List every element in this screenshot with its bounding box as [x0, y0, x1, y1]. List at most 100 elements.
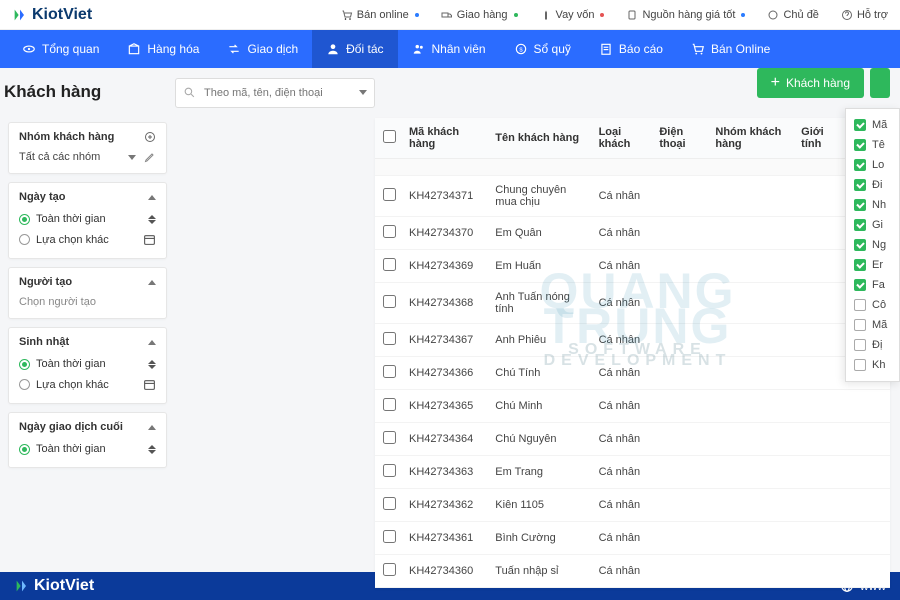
created-opt-all[interactable]: Toàn thời gian: [19, 209, 156, 229]
more-button[interactable]: [870, 68, 890, 98]
nav-Đối tác[interactable]: Đối tác: [312, 30, 397, 68]
table-row[interactable]: KH42734368Anh Tuấn nóng tínhCá nhân: [375, 283, 890, 324]
trade-icon: [227, 42, 241, 56]
toplink-Vay vốn[interactable]: Vay vốn: [540, 9, 605, 21]
group-select[interactable]: Tất cả các nhóm: [19, 149, 156, 165]
nav-Hàng hóa[interactable]: Hàng hóa: [113, 30, 213, 68]
row-checkbox[interactable]: [383, 295, 396, 308]
row-checkbox[interactable]: [383, 398, 396, 411]
search-dropdown-icon[interactable]: [359, 90, 367, 95]
colmenu-opt[interactable]: Fa: [846, 275, 899, 295]
calendar-icon[interactable]: [143, 233, 156, 246]
column-menu[interactable]: MãTêLoĐiNhGiNgErFaCôMãĐịKh: [845, 108, 900, 382]
colmenu-opt[interactable]: Mã: [846, 115, 899, 135]
col-header[interactable]: Điện thoại: [653, 118, 709, 159]
colmenu-opt[interactable]: Kh: [846, 355, 899, 375]
nav-Nhân viên[interactable]: Nhân viên: [398, 30, 500, 68]
cell-name: Em Quân: [489, 217, 592, 250]
toplink-label: Hỗ trợ: [857, 9, 888, 21]
navbar: Tổng quanHàng hóa Giao dịch Đối tácNhân vi…: [0, 30, 900, 68]
row-checkbox[interactable]: [383, 431, 396, 444]
sort-icon[interactable]: [148, 445, 156, 454]
colmenu-opt[interactable]: Er: [846, 255, 899, 275]
radio-icon: [19, 214, 30, 225]
notif-dot: [514, 13, 518, 17]
checkbox-icon: [854, 359, 866, 371]
row-checkbox[interactable]: [383, 563, 396, 576]
cell-id: KH42734364: [403, 423, 489, 456]
row-checkbox[interactable]: [383, 365, 396, 378]
colmenu-label: Lo: [872, 159, 884, 171]
chevron-up-icon[interactable]: [148, 195, 156, 200]
col-header[interactable]: Loại khách: [593, 118, 654, 159]
nav-label: Sổ quỹ: [534, 42, 571, 56]
table-row[interactable]: KH42734360Tuấn nhập sỉCá nhân: [375, 555, 890, 588]
row-checkbox[interactable]: [383, 530, 396, 543]
filter-birthday: Sinh nhật Toàn thời gian Lựa chọn khác: [8, 327, 167, 404]
colmenu-opt[interactable]: Đi: [846, 175, 899, 195]
filter-created: Ngày tạo Toàn thời gian Lựa chọn khác: [8, 182, 167, 259]
cell-id: KH42734360: [403, 555, 489, 588]
table-row[interactable]: KH42734365Chú MinhCá nhân: [375, 390, 890, 423]
row-checkbox[interactable]: [383, 188, 396, 201]
sort-icon[interactable]: [148, 360, 156, 369]
colmenu-opt[interactable]: Mã: [846, 315, 899, 335]
table-row[interactable]: KH42734362Kiên 1105Cá nhân: [375, 489, 890, 522]
toplink-Nguồn hàng giá tốt[interactable]: Nguồn hàng giá tốt: [626, 9, 745, 21]
radio-label: Toàn thời gian: [36, 443, 106, 455]
search-input[interactable]: [175, 78, 375, 108]
colmenu-opt[interactable]: Nh: [846, 195, 899, 215]
nav-Sổ quỹ[interactable]: $Sổ quỹ: [500, 30, 585, 68]
pencil-icon[interactable]: [144, 151, 156, 163]
nav-Tổng quan[interactable]: Tổng quan: [8, 30, 113, 68]
row-checkbox[interactable]: [383, 225, 396, 238]
page-title: Khách hàng: [4, 82, 175, 102]
colmenu-opt[interactable]: Ng: [846, 235, 899, 255]
select-all-checkbox[interactable]: [383, 130, 396, 143]
table-row[interactable]: KH42734363Em TrangCá nhân: [375, 456, 890, 489]
colmenu-opt[interactable]: Cô: [846, 295, 899, 315]
row-checkbox[interactable]: [383, 332, 396, 345]
row-checkbox[interactable]: [383, 464, 396, 477]
creator-select[interactable]: Chọn người tạo: [19, 294, 156, 310]
toplink-Bán online[interactable]: Bán online: [341, 9, 419, 21]
created-opt-other[interactable]: Lựa chọn khác: [19, 229, 156, 250]
nav-Bán Online[interactable]: Bán Online: [677, 30, 784, 68]
colmenu-opt[interactable]: Đị: [846, 335, 899, 355]
row-checkbox[interactable]: [383, 497, 396, 510]
table-row[interactable]: KH42734361Bình CườngCá nhân: [375, 522, 890, 555]
table-row[interactable]: KH42734370Em QuânCá nhân: [375, 217, 890, 250]
chevron-up-icon[interactable]: [148, 280, 156, 285]
col-header[interactable]: Nhóm khách hàng: [709, 118, 795, 159]
nav-label: Giao dịch: [247, 42, 298, 56]
col-header[interactable]: Tên khách hàng: [489, 118, 592, 159]
logo-icon: [14, 578, 30, 594]
calendar-icon[interactable]: [143, 378, 156, 391]
colmenu-opt[interactable]: Lo: [846, 155, 899, 175]
sort-icon[interactable]: [148, 215, 156, 224]
nav-Giao dịch[interactable]: Giao dịch: [213, 30, 312, 68]
table-row[interactable]: KH42734371Chung chuyên mua chịuCá nhân: [375, 176, 890, 217]
colmenu-opt[interactable]: Tê: [846, 135, 899, 155]
row-checkbox[interactable]: [383, 258, 396, 271]
birthday-opt-all[interactable]: Toàn thời gian: [19, 354, 156, 374]
col-header[interactable]: Giới tính: [795, 118, 845, 159]
colmenu-opt[interactable]: Gi: [846, 215, 899, 235]
add-customer-button[interactable]: +Khách hàng: [757, 68, 864, 98]
cell-type: Cá nhân: [593, 489, 654, 522]
table-row[interactable]: KH42734369Em HuấnCá nhân: [375, 250, 890, 283]
cart-icon: [341, 9, 353, 21]
table-row[interactable]: KH42734367Anh PhiêuCá nhân: [375, 324, 890, 357]
col-header[interactable]: Mã khách hàng: [403, 118, 489, 159]
nav-Báo cáo[interactable]: Báo cáo: [585, 30, 677, 68]
toplink-Hỗ trợ[interactable]: Hỗ trợ: [841, 9, 888, 21]
table-row[interactable]: KH42734366Chú TínhCá nhân: [375, 357, 890, 390]
toplink-Chủ đề[interactable]: Chủ đề: [767, 9, 818, 21]
chevron-up-icon[interactable]: [148, 425, 156, 430]
add-group-icon[interactable]: [144, 131, 156, 143]
toplink-Giao hàng[interactable]: Giao hàng: [441, 9, 518, 21]
birthday-opt-other[interactable]: Lựa chọn khác: [19, 374, 156, 395]
table-row[interactable]: KH42734364Chú NguyênCá nhân: [375, 423, 890, 456]
lasttx-opt-all[interactable]: Toàn thời gian: [19, 439, 156, 459]
chevron-up-icon[interactable]: [148, 340, 156, 345]
